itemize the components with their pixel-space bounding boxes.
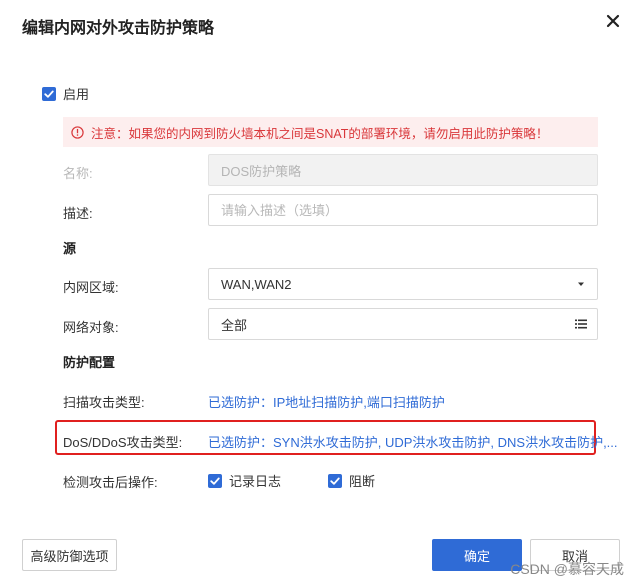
scan-attack-link[interactable]: 已选防护：IP地址扫描防护,端口扫描防护 xyxy=(208,392,445,411)
log-checkbox[interactable] xyxy=(208,473,222,488)
warning-text: 注意：如果您的内网到防火墙本机之间是SNAT的部署环境，请勿启用此防护策略！ xyxy=(91,126,549,141)
close-icon[interactable] xyxy=(604,12,622,30)
internal-zone-value: WAN,WAN2 xyxy=(221,276,292,292)
checkmark-icon xyxy=(44,90,54,98)
list-icon[interactable] xyxy=(575,318,587,330)
after-detect-label: 检测攻击后操作: xyxy=(63,475,158,490)
enable-label: 启用 xyxy=(63,87,90,102)
internal-zone-select[interactable]: WAN,WAN2 xyxy=(208,268,598,300)
caret-down-icon xyxy=(578,282,584,286)
warning-notice: 注意：如果您的内网到防火墙本机之间是SNAT的部署环境，请勿启用此防护策略！ xyxy=(63,117,598,147)
internal-zone-label: 内网区域: xyxy=(63,280,119,295)
network-object-select[interactable]: 全部 xyxy=(208,308,598,340)
enable-checkbox[interactable] xyxy=(42,86,56,101)
ddos-attack-link[interactable]: 已选防护：SYN洪水攻击防护, UDP洪水攻击防护, DNS洪水攻击防护,... xyxy=(208,432,618,451)
log-label: 记录日志 xyxy=(229,474,282,489)
confirm-button[interactable]: 确定 xyxy=(432,539,522,571)
description-label: 描述: xyxy=(63,206,93,221)
watermark-text: CSDN @慕容天成 xyxy=(510,561,624,577)
network-object-value: 全部 xyxy=(221,317,248,333)
description-input[interactable] xyxy=(221,195,597,225)
after-detect-options: 记录日志 阻断 xyxy=(208,471,375,490)
warning-info-icon xyxy=(71,125,84,139)
enable-checkbox-row[interactable]: 启用 xyxy=(42,84,89,103)
name-value: DOS防护策略 xyxy=(221,163,302,179)
checkmark-icon xyxy=(210,477,220,485)
scan-attack-label: 扫描攻击类型: xyxy=(63,395,145,410)
block-checkbox[interactable] xyxy=(328,473,343,488)
name-label: 名称: xyxy=(63,166,93,181)
policy-dialog: 编辑内网对外攻击防护策略 启用 注意：如果您的内网到防火墙本机之间是SNAT的部… xyxy=(0,0,640,587)
checkmark-icon xyxy=(330,477,340,485)
protection-section-title: 防护配置 xyxy=(63,355,116,370)
ddos-attack-label: DoS/DDoS攻击类型: xyxy=(63,435,183,450)
dialog-title: 编辑内网对外攻击防护策略 xyxy=(22,20,215,37)
description-field-wrap xyxy=(208,194,598,226)
source-section-title: 源 xyxy=(63,241,77,256)
advanced-defense-button[interactable]: 高级防御选项 xyxy=(22,539,117,571)
block-label: 阻断 xyxy=(349,474,376,489)
network-object-label: 网络对象: xyxy=(63,320,119,335)
name-field: DOS防护策略 xyxy=(208,154,598,186)
